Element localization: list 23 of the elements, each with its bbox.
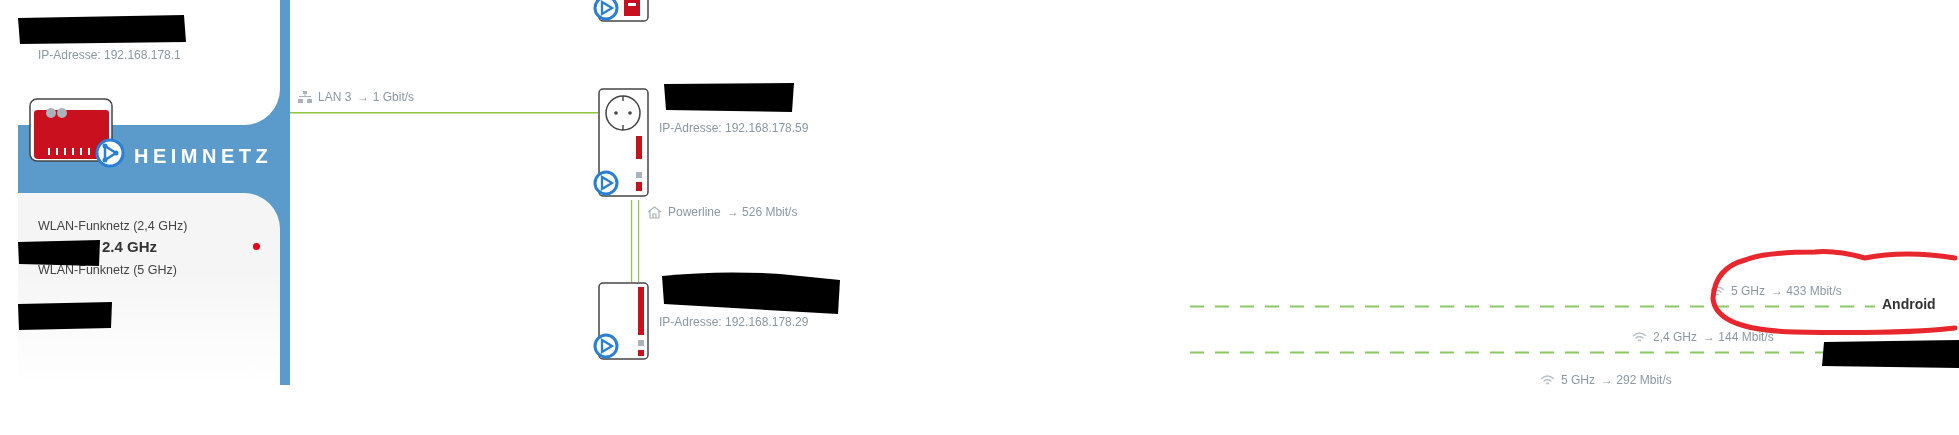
wifi-icon: [1540, 374, 1555, 386]
link-speed: → 526 Mbit/s: [726, 205, 798, 219]
band-label: 5 GHz: [1561, 373, 1595, 387]
ip-address: IP-Adresse: 192.168.178.1: [38, 48, 181, 62]
wifi-icon: [1710, 285, 1725, 297]
network-label: WLAN-Funknetz (5 GHz): [38, 263, 178, 277]
band-label: 5 GHz: [1731, 284, 1765, 298]
link-label: Powerline: [668, 205, 721, 219]
home-icon: [647, 205, 662, 219]
link-speed: → 144 Mbit/s: [1703, 330, 1774, 344]
network-icon: [298, 91, 312, 103]
network-label: WLAN-Funknetz (2,4 GHz): [38, 219, 189, 233]
ip-address: IP-Adresse: 192.168.178.59: [659, 121, 809, 135]
link-speed: → 433 Mbit/s: [1771, 284, 1842, 298]
link-speed: → 292 Mbit/s: [1601, 373, 1672, 387]
port-label: LAN 3: [318, 90, 352, 104]
network-name: 2.4 GHz: [102, 237, 158, 255]
link-speed: → 1 Gbit/s: [357, 90, 415, 104]
wifi-icon: [1632, 331, 1647, 343]
device-name: Android: [1882, 296, 1936, 312]
ip-address: IP-Adresse: 192.168.178.29: [659, 315, 809, 329]
heimnetz-title: HEIMNETZ: [134, 145, 273, 167]
band-label: 2,4 GHz: [1653, 330, 1697, 344]
